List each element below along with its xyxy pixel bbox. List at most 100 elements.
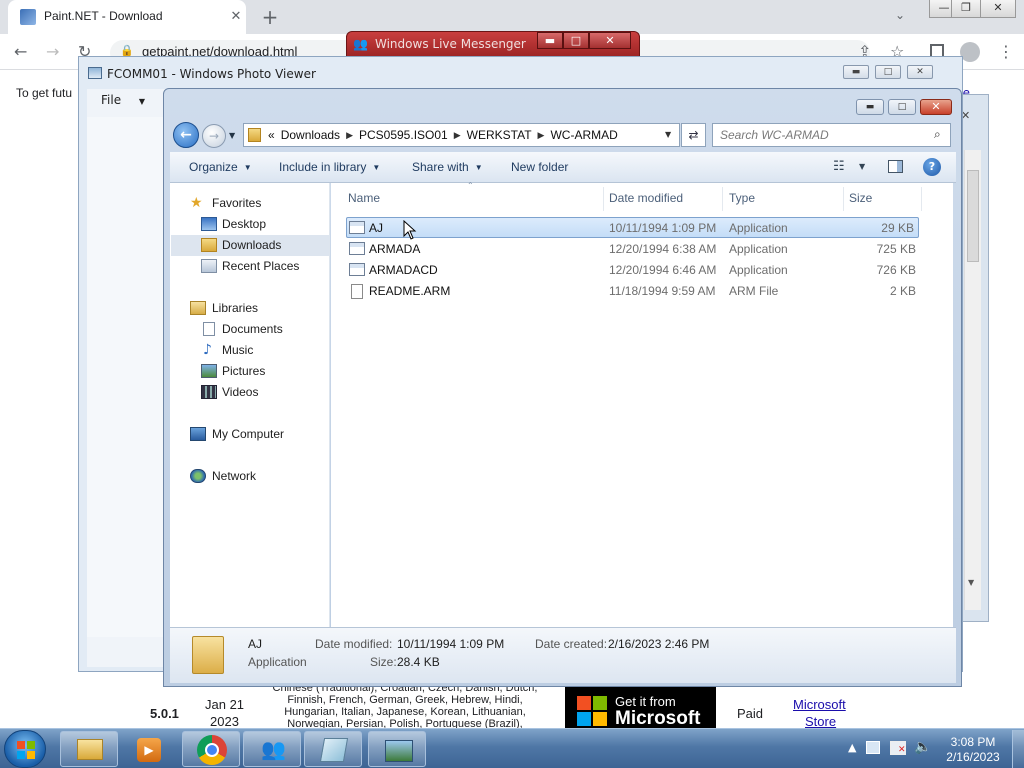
explorer-close-button[interactable]: ✕ xyxy=(920,99,952,115)
messenger-minimize-button[interactable]: ▬ xyxy=(537,32,563,49)
nav-item-pictures[interactable]: Pictures xyxy=(170,361,330,382)
explorer-minimize-button[interactable]: ▬ xyxy=(856,99,884,115)
action-center-icon[interactable] xyxy=(866,741,880,754)
messenger-close-button[interactable]: ✕ xyxy=(589,32,631,49)
tray-overflow-icon[interactable]: ▲ xyxy=(848,741,856,754)
nav-item-libraries[interactable]: Libraries xyxy=(170,298,330,319)
taskbar-chrome-button[interactable] xyxy=(182,731,240,767)
nav-item-my-computer[interactable]: My Computer xyxy=(170,424,330,445)
breadcrumb-overflow[interactable]: « xyxy=(268,128,275,143)
messenger-maximize-button[interactable]: □ xyxy=(563,32,589,49)
photo-viewer-close-button[interactable]: ✕ xyxy=(907,65,933,79)
taskbar-media-player-button[interactable]: ▶ xyxy=(120,731,178,767)
tab-search-icon[interactable]: ⌄ xyxy=(895,8,905,22)
store-link-line1[interactable]: Microsoft xyxy=(793,697,846,712)
taskbar-photo-viewer-button[interactable] xyxy=(368,731,426,767)
recent-pages-dropdown-icon[interactable]: ▼ xyxy=(229,131,235,140)
column-header-date-modified[interactable]: Date modified xyxy=(609,191,683,205)
column-header-size[interactable]: Size xyxy=(849,191,872,205)
nav-item-network[interactable]: Network xyxy=(170,466,330,487)
taskbar-program-button[interactable] xyxy=(304,731,362,767)
breadcrumb-item[interactable]: WC-ARMAD xyxy=(550,128,617,143)
share-with-button[interactable]: Share with ▼ xyxy=(412,160,483,174)
file-type: Application xyxy=(729,263,788,277)
nav-item-desktop[interactable]: Desktop xyxy=(170,214,330,235)
start-button[interactable] xyxy=(4,730,46,768)
back-button-icon[interactable]: ← xyxy=(173,122,199,148)
share-label: Share with xyxy=(412,160,469,174)
view-options-chevron-icon[interactable]: ▼ xyxy=(859,162,865,171)
show-desktop-button[interactable] xyxy=(1012,730,1024,768)
search-input[interactable]: Search WC-ARMAD ⌕ xyxy=(712,123,951,147)
nav-item-recent-places[interactable]: Recent Places xyxy=(170,256,330,277)
system-clock[interactable]: 3:08 PM 2/16/2023 xyxy=(938,735,1008,765)
breadcrumb-item[interactable]: WERKSTAT xyxy=(467,128,532,143)
document-file-icon xyxy=(351,284,363,299)
profile-avatar[interactable] xyxy=(960,42,980,62)
explorer-address-bar[interactable]: « Downloads ▶ PCS0595.ISO01 ▶ WERKSTAT ▶… xyxy=(243,123,680,147)
nav-item-music[interactable]: ♪ Music xyxy=(170,340,330,361)
nav-item-favorites[interactable]: ★ Favorites xyxy=(170,193,330,214)
nav-item-documents[interactable]: Documents xyxy=(170,319,330,340)
languages-line: Finnish, French, German, Greek, Hebrew, … xyxy=(287,694,523,706)
chevron-down-icon: ▼ xyxy=(138,97,146,106)
new-tab-button[interactable]: + xyxy=(258,5,282,29)
page-notice-text: To get futu xyxy=(16,86,73,100)
breadcrumb-item[interactable]: Downloads xyxy=(281,128,340,143)
view-options-icon[interactable]: ☷ xyxy=(833,159,845,174)
taskbar-explorer-button[interactable] xyxy=(60,731,118,767)
microsoft-store-badge[interactable]: Get it from Microsoft xyxy=(565,686,716,732)
browser-maximize-button[interactable]: ❐ xyxy=(951,0,981,18)
column-header-name[interactable]: Name xyxy=(348,191,380,205)
nav-item-downloads[interactable]: Downloads xyxy=(171,235,329,256)
network-status-icon[interactable]: ✕ xyxy=(890,741,906,755)
explorer-maximize-button[interactable]: □ xyxy=(888,99,916,115)
taskbar-messenger-button[interactable]: 👥 xyxy=(243,731,301,767)
back-arrow-icon[interactable]: ← xyxy=(14,42,27,61)
breadcrumb-separator-icon[interactable]: ▶ xyxy=(538,128,545,143)
photo-viewer-file-menu[interactable]: File ▼ xyxy=(101,93,145,107)
media-player-icon: ▶ xyxy=(137,738,161,762)
column-header-type[interactable]: Type xyxy=(729,191,755,205)
browser-close-button[interactable]: ✕ xyxy=(980,0,1016,18)
nav-item-videos[interactable]: Videos xyxy=(170,382,330,403)
browser-tab[interactable]: Paint.NET - Download ✕ xyxy=(8,0,246,34)
new-folder-button[interactable]: New folder xyxy=(511,160,568,174)
forward-arrow-icon[interactable]: → xyxy=(46,42,59,61)
help-icon[interactable]: ? xyxy=(923,158,941,176)
scrollbar-thumb[interactable] xyxy=(967,170,979,262)
preview-pane-icon[interactable] xyxy=(888,160,903,173)
include-in-library-button[interactable]: Include in library ▼ xyxy=(279,160,380,174)
explorer-window[interactable]: ▬ □ ✕ ← → ▼ « Downloads ▶ PCS0595.ISO01 … xyxy=(163,88,962,687)
nav-label: Desktop xyxy=(222,217,267,231)
organize-button[interactable]: Organize ▼ xyxy=(189,160,252,174)
forward-button-icon[interactable]: → xyxy=(202,124,226,148)
refresh-icon[interactable]: ⇄ xyxy=(681,123,706,147)
file-row[interactable]: ARMADA 12/20/1994 6:38 AM Application 72… xyxy=(346,238,919,259)
column-divider[interactable] xyxy=(722,187,723,211)
breadcrumb-separator-icon[interactable]: ▶ xyxy=(454,128,461,143)
photo-viewer-minimize-button[interactable]: ▬ xyxy=(843,65,869,79)
file-row[interactable]: ARMADACD 12/20/1994 6:46 AM Application … xyxy=(346,259,919,280)
volume-icon[interactable]: 🔈 xyxy=(914,739,931,755)
menu-kebab-icon[interactable]: ⋮ xyxy=(998,42,1014,61)
column-divider[interactable] xyxy=(843,187,844,211)
program-window-icon xyxy=(319,738,349,762)
scroll-down-arrow-icon[interactable]: ▼ xyxy=(968,578,974,587)
tab-close-icon[interactable]: ✕ xyxy=(226,7,246,27)
messenger-window[interactable]: 👥 Windows Live Messenger ▬ □ ✕ xyxy=(346,31,640,57)
photo-viewer-canvas xyxy=(87,117,167,637)
background-window-scrollbar[interactable]: ▼ xyxy=(964,150,981,610)
breadcrumb-item[interactable]: PCS0595.ISO01 xyxy=(359,128,448,143)
file-row[interactable]: AJ 10/11/1994 1:09 PM Application 29 KB xyxy=(346,217,919,238)
column-divider[interactable] xyxy=(603,187,604,211)
column-divider[interactable] xyxy=(921,187,922,211)
file-size: 725 KB xyxy=(876,242,916,256)
breadcrumb-separator-icon[interactable]: ▶ xyxy=(346,128,353,143)
address-history-dropdown-icon[interactable]: ▼ xyxy=(665,130,671,139)
store-link-line2[interactable]: Store xyxy=(805,714,836,729)
paintnet-favicon-icon xyxy=(20,9,36,25)
search-icon[interactable]: ⌕ xyxy=(934,127,941,142)
photo-viewer-maximize-button[interactable]: □ xyxy=(875,65,901,79)
file-row[interactable]: README.ARM 11/18/1994 9:59 AM ARM File 2… xyxy=(346,280,919,301)
